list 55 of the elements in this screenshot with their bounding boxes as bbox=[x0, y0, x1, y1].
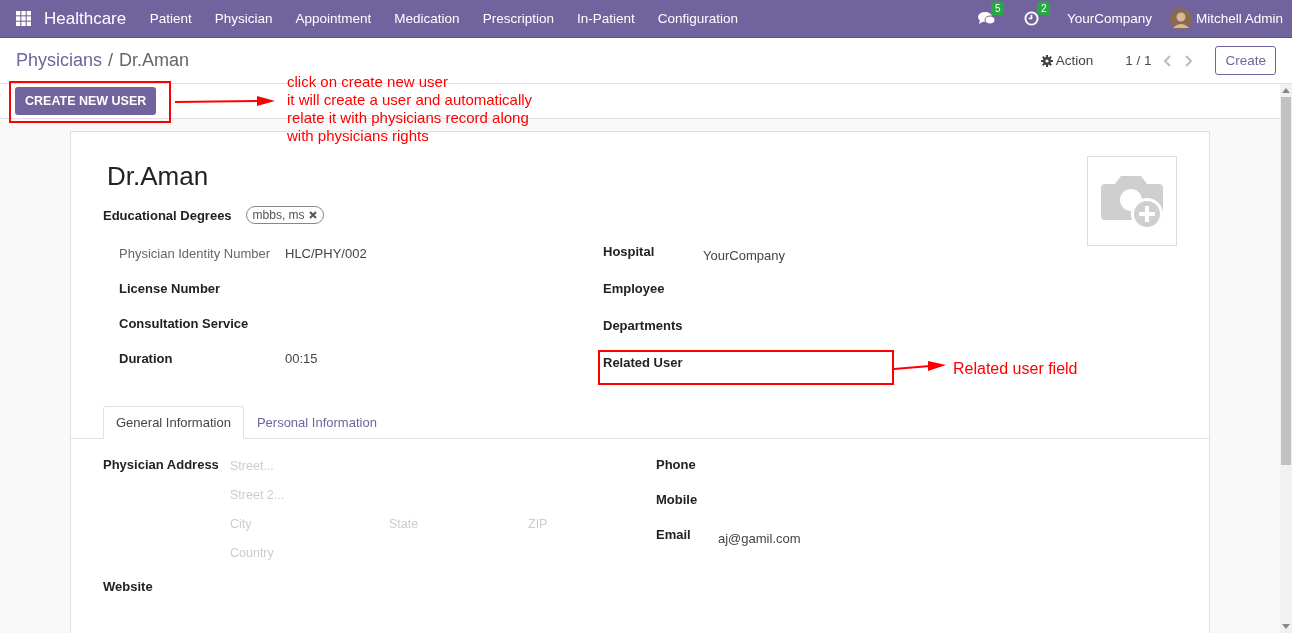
scroll-down-icon[interactable] bbox=[1282, 624, 1290, 630]
menu-item[interactable]: In-Patient bbox=[565, 11, 647, 26]
clock-icon[interactable] bbox=[1023, 11, 1039, 26]
menu-item[interactable]: Patient bbox=[138, 11, 204, 26]
breadcrumb-current: Dr.Aman bbox=[119, 50, 190, 71]
field-label: Consultation Service bbox=[119, 315, 250, 333]
field-label: Employee bbox=[603, 281, 666, 296]
field-label: Mobile bbox=[656, 492, 699, 507]
gear-icon bbox=[1040, 54, 1053, 67]
scroll-up-icon[interactable] bbox=[1282, 87, 1290, 93]
breadcrumb-link[interactable]: Physicians bbox=[16, 50, 103, 71]
user-menu[interactable]: Mitchell Admin bbox=[1195, 11, 1283, 26]
field-label: Website bbox=[103, 579, 154, 594]
field-label: Phone bbox=[656, 457, 697, 472]
field-label: Physician Address bbox=[103, 457, 220, 474]
field-label: Duration bbox=[119, 350, 174, 368]
image-field[interactable] bbox=[1087, 156, 1177, 246]
menu-item[interactable]: Configuration bbox=[646, 11, 750, 26]
field-value: YourCompany bbox=[703, 247, 785, 265]
field-value: HLC/PHY/002 bbox=[285, 245, 367, 263]
field-label: Hospital bbox=[603, 244, 656, 259]
next-icon[interactable] bbox=[1183, 53, 1194, 68]
field-label: Related User bbox=[603, 355, 684, 370]
record-title: Dr.Aman bbox=[107, 161, 210, 192]
pager-value: 1 / 1 bbox=[1125, 53, 1152, 68]
tab[interactable]: Personal Information bbox=[243, 406, 390, 439]
arrow bbox=[894, 361, 946, 373]
field-label: Email bbox=[656, 527, 692, 542]
menu-item[interactable]: Appointment bbox=[284, 11, 383, 26]
annotation-text: Related user field bbox=[953, 360, 1078, 378]
previous-icon[interactable] bbox=[1163, 53, 1174, 68]
create-new-user-button[interactable]: CREATE NEW USER bbox=[15, 87, 157, 115]
scrollbar[interactable] bbox=[1280, 84, 1292, 633]
create-button[interactable]: Create bbox=[1215, 46, 1276, 75]
menu-item[interactable]: Medication bbox=[382, 11, 472, 26]
apps-grid-icon[interactable] bbox=[16, 11, 31, 26]
annotation-text: click on create new user it will create a user and automatically relate it with physicians record along with physicians rights bbox=[287, 73, 533, 145]
field-label: Departments bbox=[603, 318, 684, 333]
remove-icon[interactable] bbox=[308, 211, 317, 219]
breadcrumb-separator: / bbox=[108, 50, 114, 71]
menu-item[interactable]: Physician bbox=[203, 11, 285, 26]
field-value: 00:15 bbox=[285, 350, 318, 368]
company-switcher[interactable]: YourCompany bbox=[1066, 11, 1152, 26]
notification-badge: 2 bbox=[1036, 2, 1051, 15]
field-value: aj@gamil.com bbox=[718, 530, 801, 548]
action-menu[interactable]: Action bbox=[1040, 53, 1094, 68]
tab[interactable]: General Information bbox=[103, 406, 244, 439]
avatar[interactable] bbox=[1169, 7, 1192, 30]
field-label: Physician Identity Number bbox=[119, 245, 271, 263]
app-name[interactable]: Healthcare bbox=[44, 8, 127, 29]
menu-item[interactable]: Prescription bbox=[471, 11, 566, 26]
field-label: License Number bbox=[119, 280, 222, 298]
field-label: Educational Degrees bbox=[103, 207, 232, 223]
notification-badge: 5 bbox=[990, 2, 1005, 15]
chat-icon[interactable] bbox=[977, 11, 996, 26]
